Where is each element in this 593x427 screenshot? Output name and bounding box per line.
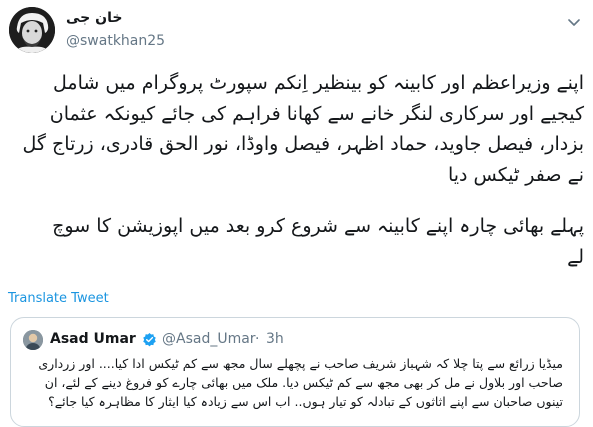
quoted-handle[interactable]: @Asad_Umar bbox=[162, 331, 256, 347]
quoted-timestamp[interactable]: 3h bbox=[266, 331, 284, 347]
verified-badge-icon bbox=[142, 332, 157, 347]
tweet-text-line: لے bbox=[567, 245, 584, 268]
user-handle[interactable]: @swatkhan25 bbox=[66, 33, 165, 49]
avatar[interactable] bbox=[9, 7, 55, 53]
quoted-text-line: میڈیا زرائع سے پتا چلا کہ شہباز شریف صاح… bbox=[38, 356, 563, 371]
tweet-text-line: کیجیے اور سرکاری لنگر خانے سے کھانا فراہ… bbox=[49, 102, 584, 125]
chevron-down-icon[interactable] bbox=[567, 16, 581, 30]
quoted-display-name[interactable]: Asad Umar bbox=[50, 331, 136, 347]
quoted-text-line: تینوں صاحبان سے اپنے اثاثوں کے تبادلہ کو… bbox=[48, 394, 563, 409]
display-name[interactable]: خان جی bbox=[66, 10, 122, 26]
translate-tweet-link[interactable]: Translate Tweet bbox=[8, 291, 109, 306]
tweet-text-line: اپنے وزیراعظم اور کابینہ کو بینظیر اِنکم… bbox=[53, 72, 584, 94]
tweet-text-line: بزدار، فیصل جاوید، حماد اظہر، فیصل واوڈا… bbox=[22, 133, 584, 155]
quoted-avatar[interactable] bbox=[23, 330, 43, 350]
meta-separator: · bbox=[255, 331, 260, 347]
tweet-card: خان جی @swatkhan25 اپنے وزیراعظم اور کاب… bbox=[0, 0, 593, 427]
tweet-text-line: نے صفر ٹیکس دیا bbox=[447, 163, 584, 186]
quoted-text-line: صاحب اور بلاول نے مل کر بھی مجھ سے کم ٹی… bbox=[44, 375, 563, 390]
quoted-text: میڈیا زرائع سے پتا چلا کہ شہباز شریف صاح… bbox=[25, 354, 563, 411]
tweet-text: اپنے وزیراعظم اور کابینہ کو بینظیر اِنکم… bbox=[10, 68, 584, 272]
quoted-tweet[interactable]: Asad Umar @Asad_Umar · 3h میڈیا زرائع سے… bbox=[10, 317, 580, 427]
tweet-text-line: پہلے بھائی چارہ اپنے کابینہ سے شروع کرو … bbox=[52, 215, 584, 237]
